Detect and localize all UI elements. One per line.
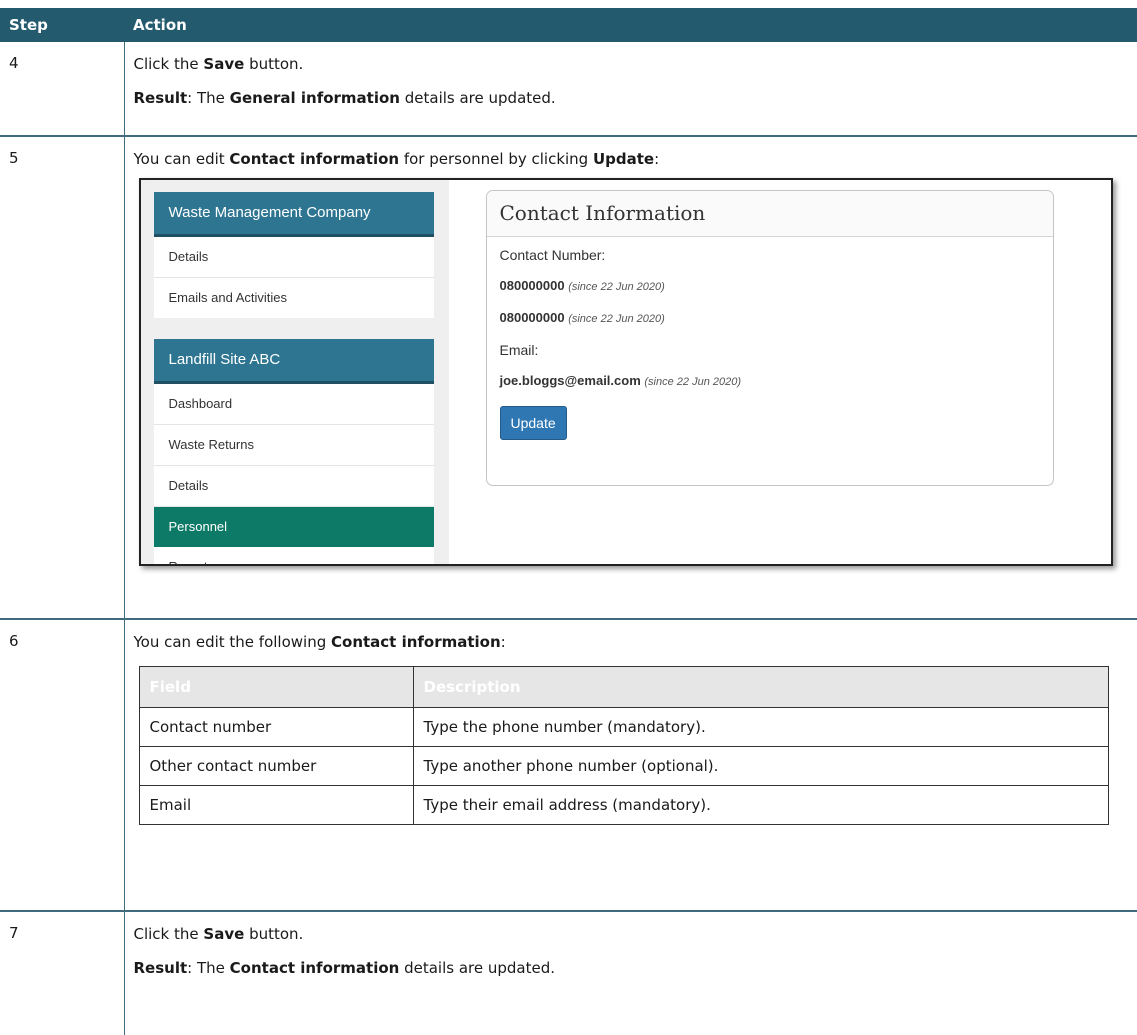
table-header-row: Step Action [0,8,1137,42]
field-cell: Email [138,785,414,825]
company-panel-title: Waste Management Company [153,192,434,237]
site-panel-title: Landfill Site ABC [153,339,434,384]
sidebar: Waste Management Company Details Emails … [140,180,449,564]
card-body: Contact Number: 080000000 (since 22 Jun … [487,237,1053,450]
email-value: joe.bloggs@email.com (since 22 Jun 2020) [499,373,742,388]
embedded-screenshot: Waste Management Company Details Emails … [138,178,1113,566]
action-cell: Click the Save button. Result: The Gener… [124,42,1137,137]
result-text: Result: The Contact information details … [133,959,556,977]
sidebar-item-reports[interactable]: Reports [154,547,434,564]
instruction-text: Click the Save button. [133,925,304,943]
step-row-4: 4 Click the Save button. Result: The Gen… [0,42,1137,137]
field-cell: Contact number [138,707,414,747]
procedure-table: Step Action 4 Click the Save button. Res… [0,8,1137,1035]
contact-fields-table: Field Description Contact number Type th… [138,666,1109,825]
sidebar-item-dashboard[interactable]: Dashboard [153,384,434,425]
instruction-text: You can edit the following Contact infor… [133,633,506,651]
action-cell: You can edit the following Contact infor… [124,619,1137,912]
step-number: 5 [0,136,125,620]
description-cell: Type their email address (mandatory). [412,785,1109,825]
contact-number-value: 080000000 (since 22 Jun 2020) [499,278,665,293]
other-contact-number-value: 080000000 (since 22 Jun 2020) [499,310,665,325]
description-cell: Type another phone number (optional). [412,746,1109,786]
description-cell: Type the phone number (mandatory). [412,707,1109,747]
sidebar-item-waste-returns[interactable]: Waste Returns [153,425,434,466]
action-cell: You can edit Contact information for per… [124,136,1137,620]
sidebar-item-details[interactable]: Details [153,237,434,278]
update-button[interactable]: Update [499,406,567,440]
instruction-text: Click the Save button. [133,55,304,73]
email-label: Email: [499,342,539,358]
step-row-7: 7 Click the Save button. Result: The Con… [0,911,1137,1035]
action-cell: Click the Save button. Result: The Conta… [124,911,1137,1035]
step-row-6: 6 You can edit the following Contact inf… [0,619,1137,912]
company-panel: Waste Management Company Details Emails … [153,192,434,318]
step-number: 7 [0,911,125,1035]
step-number: 4 [0,42,125,137]
card-title: Contact Information [486,191,1053,237]
step-row-5: 5 You can edit Contact information for p… [0,136,1137,620]
header-action: Action [124,8,1137,42]
contact-info-card: Contact Information Contact Number: 0800… [485,190,1054,486]
fields-header-row: Field Description [138,666,1109,708]
result-text: Result: The General information details … [133,89,556,107]
table-row: Other contact number Type another phone … [138,746,1109,786]
field-cell: Other contact number [138,746,414,786]
table-row: Contact number Type the phone number (ma… [138,707,1109,747]
header-step: Step [0,8,124,42]
field-column-header: Field [138,666,414,708]
step-number: 6 [0,619,125,912]
instruction-text: You can edit Contact information for per… [133,150,660,168]
sidebar-item-personnel[interactable]: Personnel [153,507,434,547]
description-column-header: Description [412,666,1109,708]
sidebar-item-details[interactable]: Details [153,466,434,507]
sidebar-item-emails-activities[interactable]: Emails and Activities [154,278,434,318]
table-row: Email Type their email address (mandator… [138,785,1109,825]
contact-number-label: Contact Number: [499,247,606,263]
site-panel: Landfill Site ABC Dashboard Waste Return… [153,339,434,564]
